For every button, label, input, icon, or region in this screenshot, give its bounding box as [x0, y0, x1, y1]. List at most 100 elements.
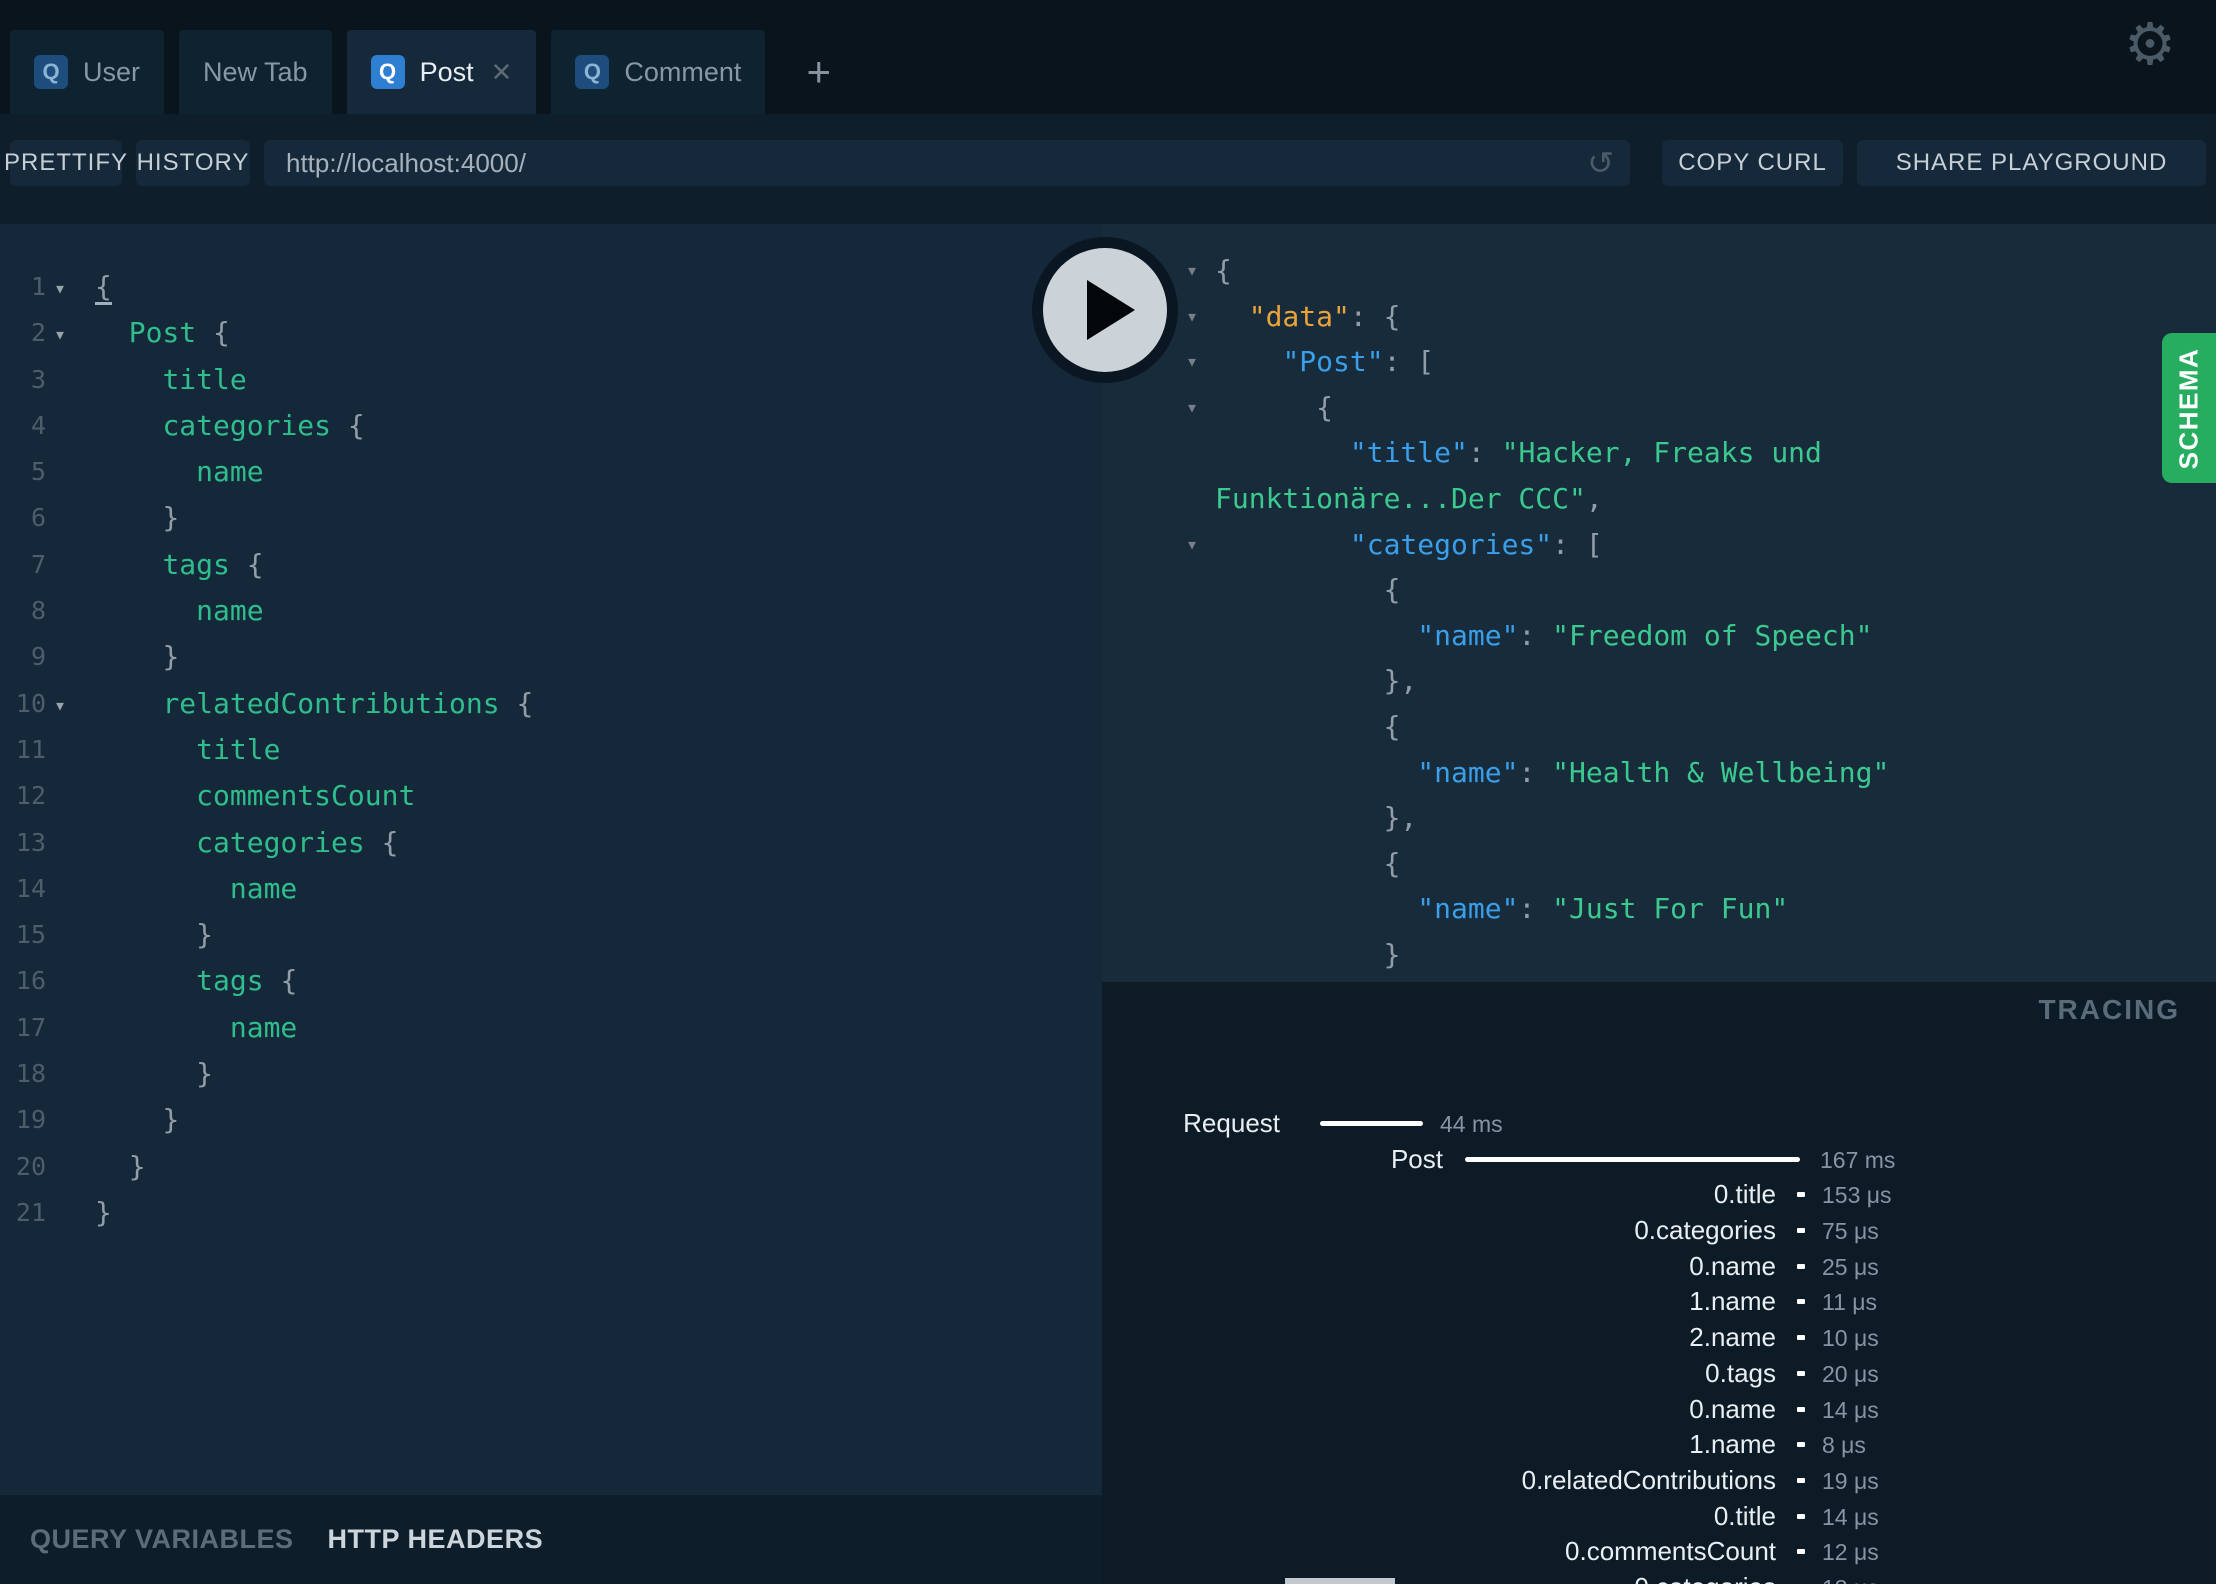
response-code: "name": "Freedom of Speech" — [1417, 618, 1873, 652]
tracing-resolver-label: 0.tags — [1705, 1357, 1776, 1388]
fold-arrow-icon[interactable]: ▾ — [54, 265, 66, 311]
response-line: { — [1102, 567, 2216, 613]
fold-arrow-icon[interactable]: ▾ — [54, 682, 66, 728]
response-code: Funktionäre...Der CCC", — [1215, 481, 1603, 515]
tab-new-tab[interactable]: New Tab — [179, 30, 332, 114]
tracing-duration-dash — [1797, 1477, 1805, 1483]
query-code: categories { — [196, 825, 399, 859]
tracing-duration-value: 14 μs — [1822, 1396, 1879, 1423]
schema-side-tab-label: SCHEMA — [2173, 347, 2204, 469]
endpoint-url-box: ↺ — [264, 140, 1630, 186]
editor-footer: QUERY VARIABLES HTTP HEADERS — [0, 1495, 1102, 1584]
query-badge-icon: Q — [575, 55, 610, 89]
tracing-duration-dash — [1797, 1406, 1805, 1412]
tracing-row: 0.commentsCount 12 μs — [1102, 1534, 2216, 1570]
line-number: 13 — [15, 827, 46, 857]
query-code: } — [162, 501, 180, 535]
settings-gear-icon[interactable]: ⚙ — [2124, 16, 2176, 74]
tracing-duration-dash — [1797, 1299, 1805, 1305]
tracing-resolver-label: 2.name — [1689, 1322, 1776, 1353]
response-code: "categories": [ — [1349, 527, 1603, 561]
query-code: relatedContributions { — [162, 686, 534, 720]
tracing-row: Request 44 ms — [1102, 1106, 2216, 1142]
collapse-arrow-icon[interactable]: ▾ — [1186, 294, 1198, 340]
response-line: { — [1102, 841, 2216, 887]
tracing-duration-dash — [1797, 1549, 1805, 1555]
http-headers-tab[interactable]: HTTP HEADERS — [328, 1524, 544, 1555]
line-number: 14 — [15, 873, 46, 903]
response-code: }, — [1383, 664, 1418, 698]
response-code: { — [1215, 254, 1232, 287]
tracing-duration-value: 11 μs — [1822, 1289, 1878, 1316]
response-line: "title": "Hacker, Freaks und — [1102, 430, 2216, 476]
copy-curl-button[interactable]: COPY CURL — [1662, 140, 1843, 186]
tracing-resolver-label: 0.commentsCount — [1565, 1536, 1776, 1567]
query-line: 12 commentsCount — [0, 773, 1102, 819]
reload-schema-icon[interactable]: ↺ — [1587, 144, 1614, 182]
query-code: title — [196, 732, 281, 766]
query-line: 19 } — [0, 1097, 1102, 1143]
line-number: 12 — [15, 781, 46, 811]
query-line: 14 name — [0, 866, 1102, 912]
play-icon — [1043, 248, 1167, 372]
query-line: 7 tags { — [0, 542, 1102, 588]
tracing-resolver-label: 0.categories — [1634, 1215, 1776, 1246]
tracing-duration-value: 153 μs — [1822, 1182, 1892, 1209]
query-line: 20 } — [0, 1144, 1102, 1190]
response-line: { — [1102, 704, 2216, 750]
line-number: 16 — [15, 966, 46, 996]
line-number: 19 — [15, 1105, 46, 1135]
tab-user[interactable]: Q User — [10, 30, 165, 114]
tracing-scrollbar-thumb[interactable] — [1285, 1578, 1395, 1584]
tab-list: Q User New Tab Q Post ✕ Q Comment + — [10, 30, 853, 114]
tracing-duration-value: 19 μs — [1822, 1467, 1879, 1494]
query-line: 8 name — [0, 588, 1102, 634]
query-line: 5 name — [0, 449, 1102, 495]
tracing-duration-bar — [1320, 1121, 1423, 1126]
query-code: commentsCount — [196, 779, 416, 813]
response-line: ▾ "data": { — [1102, 294, 2216, 340]
schema-side-tab[interactable]: SCHEMA — [2162, 333, 2216, 483]
query-code: } — [196, 1057, 214, 1091]
tracing-duration-value: 14 μs — [1822, 1503, 1879, 1530]
new-tab-plus-button[interactable]: + — [784, 30, 853, 114]
line-number: 1 — [30, 272, 46, 301]
response-line: Funktionäre...Der CCC", — [1102, 476, 2216, 522]
line-number: 18 — [15, 1059, 46, 1089]
tab-post[interactable]: Q Post ✕ — [346, 30, 537, 114]
fold-arrow-icon[interactable]: ▾ — [54, 311, 66, 357]
query-line: 21} — [0, 1190, 1102, 1236]
query-line: 11 title — [0, 727, 1102, 773]
collapse-arrow-icon[interactable]: ▾ — [1186, 385, 1198, 431]
tracing-duration-value: 13 μs — [1822, 1570, 1879, 1584]
tracing-row: 0.relatedContributions 19 μs — [1102, 1463, 2216, 1499]
response-line: } — [1102, 932, 2216, 978]
query-editor[interactable]: 1 ▾{2 ▾ Post {3 title 4 categories {5 name 6… — [0, 224, 1102, 1495]
share-playground-button[interactable]: SHARE PLAYGROUND — [1857, 140, 2206, 186]
collapse-arrow-icon[interactable]: ▾ — [1186, 248, 1198, 294]
close-tab-icon[interactable]: ✕ — [491, 57, 513, 88]
line-number: 8 — [30, 596, 46, 626]
tracing-duration-bar — [1465, 1156, 1800, 1162]
query-code: categories { — [162, 408, 365, 442]
line-number: 20 — [15, 1151, 46, 1181]
tracing-duration-dash — [1797, 1335, 1805, 1341]
query-code: name — [196, 594, 264, 628]
tracing-resolver-label: Request — [1183, 1108, 1280, 1138]
tracing-duration-value: 44 ms — [1440, 1111, 1503, 1137]
prettify-button[interactable]: PRETTIFY — [4, 140, 127, 186]
tracing-row: 0.title 14 μs — [1102, 1499, 2216, 1535]
query-variables-tab[interactable]: QUERY VARIABLES — [30, 1524, 294, 1555]
query-code: name — [229, 1010, 298, 1044]
query-code: } — [162, 1103, 180, 1137]
tracing-resolver-label: 0.title — [1713, 1179, 1776, 1210]
query-lines: 1 ▾{2 ▾ Post {3 title 4 categories {5 name 6… — [0, 264, 1102, 1236]
execute-query-button[interactable] — [1032, 237, 1178, 383]
collapse-arrow-icon[interactable]: ▾ — [1186, 339, 1198, 385]
response-line: }, — [1102, 795, 2216, 841]
graphql-playground-window: Q User New Tab Q Post ✕ Q Comment + ⚙ PRETTIFY H… — [0, 0, 2216, 1584]
history-button[interactable]: HISTORY — [136, 140, 250, 186]
endpoint-url-input[interactable] — [264, 140, 1630, 186]
tab-comment[interactable]: Q Comment — [551, 30, 766, 114]
collapse-arrow-icon[interactable]: ▾ — [1186, 522, 1198, 568]
